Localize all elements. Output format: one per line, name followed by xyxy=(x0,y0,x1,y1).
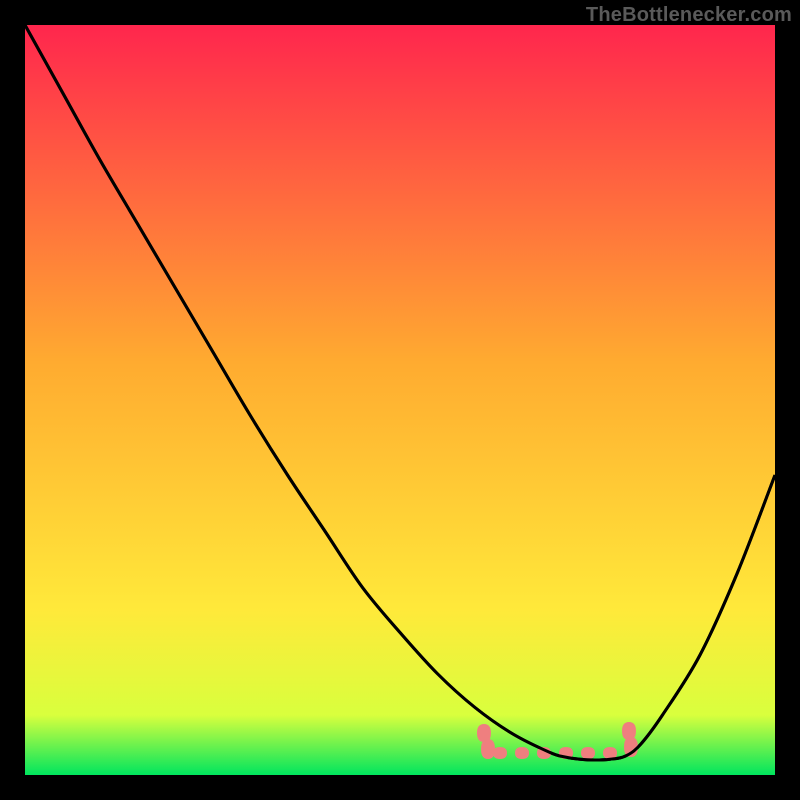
chart-background xyxy=(25,25,775,775)
chart-area xyxy=(25,25,775,775)
chart-svg xyxy=(25,25,775,775)
watermark-text: TheBottlenecker.com xyxy=(586,4,792,27)
